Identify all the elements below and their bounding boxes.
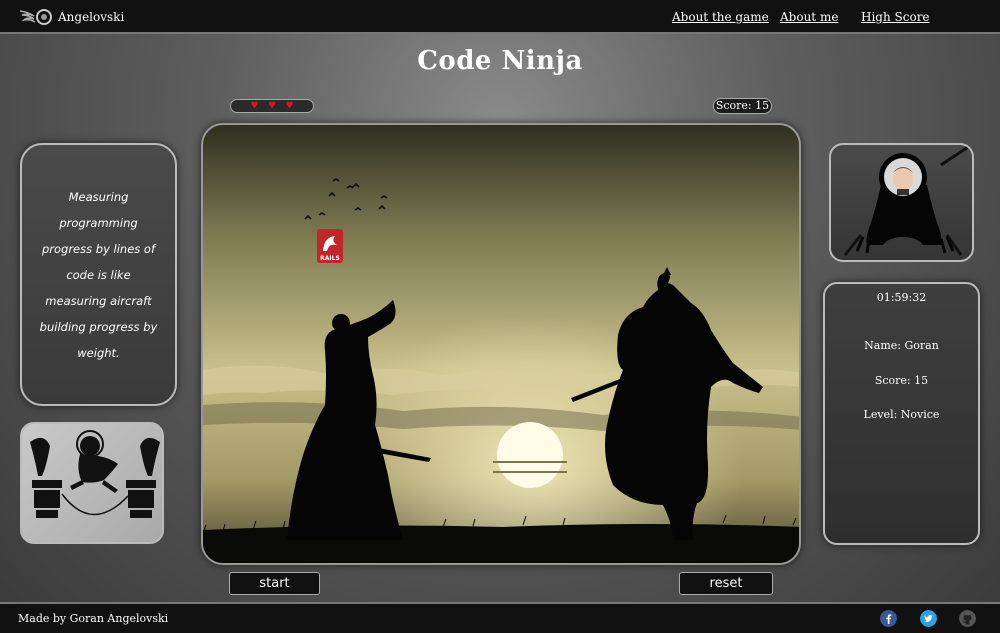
dj-illustration: [20, 422, 164, 544]
twitter-icon[interactable]: [920, 610, 937, 627]
nav-high-score[interactable]: High Score: [861, 10, 930, 24]
top-navbar: Angelovski About the game About me High …: [0, 0, 1000, 34]
quote-panel: Measuring programming progress by lines …: [20, 143, 177, 406]
timer-display: 01:59:32: [876, 291, 927, 304]
rails-logo-icon: RAILS: [317, 229, 343, 263]
game-canvas[interactable]: RAILS: [201, 123, 801, 565]
ninja-avatar-icon: [843, 145, 972, 256]
reset-button[interactable]: reset: [679, 572, 773, 595]
heart-icon: ♥: [250, 100, 259, 111]
game-scene: RAILS: [203, 125, 799, 563]
player-avatar: [829, 143, 974, 262]
start-button[interactable]: start: [229, 572, 320, 595]
rails-label: RAILS: [320, 255, 340, 262]
lives-indicator: ♥ ♥ ♥: [230, 99, 314, 113]
quote-text: Measuring programming progress by lines …: [39, 189, 158, 360]
player-info-panel: 01:59:32 Name: Goran Score: 15 Level: No…: [823, 282, 980, 545]
sun-icon: [497, 422, 563, 488]
footer-credit: Made by Goran Angelovski: [18, 612, 169, 625]
gramophone-dj-icon: [30, 430, 160, 518]
nav-about-me[interactable]: About me: [780, 10, 838, 24]
player-score: Score: 15: [874, 374, 929, 387]
brand-name: Angelovski: [58, 10, 125, 24]
nav-about-game[interactable]: About the game: [672, 10, 769, 24]
heart-icon: ♥: [267, 100, 277, 111]
player-name: Name: Goran: [864, 339, 939, 352]
facebook-icon[interactable]: [880, 610, 897, 627]
page-title: Code Ninja: [417, 46, 583, 76]
heart-icon: ♥: [285, 100, 294, 111]
score-display: Score: 15: [713, 98, 772, 114]
footer: Made by Goran Angelovski: [0, 602, 1000, 633]
player-level: Level: Novice: [863, 408, 940, 421]
github-icon[interactable]: [959, 610, 976, 627]
winged-logo-icon: [19, 9, 52, 25]
brand[interactable]: Angelovski: [18, 6, 124, 28]
